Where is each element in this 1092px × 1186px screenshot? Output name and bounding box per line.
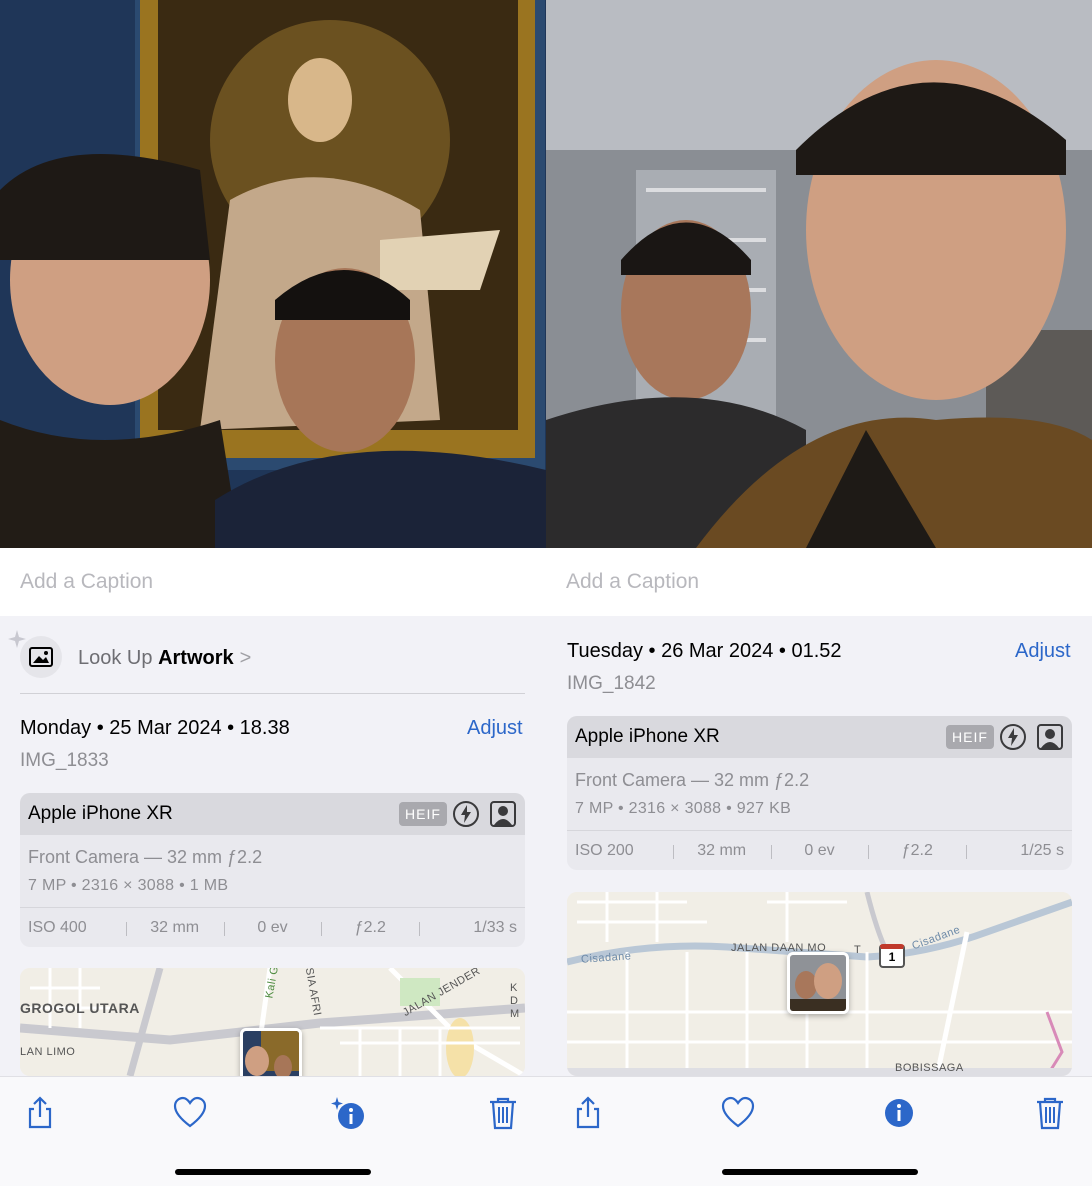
heart-icon[interactable] — [720, 1095, 756, 1131]
trash-icon[interactable] — [485, 1095, 521, 1131]
adjust-button[interactable]: Adjust — [1015, 640, 1071, 663]
map-label-t: T — [854, 944, 862, 956]
info-sparkle-icon[interactable] — [330, 1095, 366, 1131]
location-map[interactable]: GROGOL UTARA LAN LIMO Kali Gr ASIA AFRI … — [20, 968, 525, 1076]
home-indicator[interactable] — [175, 1169, 371, 1175]
lens-info: Front Camera — 32 mm ƒ2.2 — [28, 847, 263, 867]
look-up-subject: Artwork — [158, 647, 234, 669]
adjust-button[interactable]: Adjust — [467, 717, 523, 740]
aperture-value: ƒ2.2 — [868, 842, 966, 860]
map-label-grogol: GROGOL UTARA — [20, 1000, 140, 1016]
info-icon[interactable] — [881, 1095, 917, 1131]
portrait-mode-icon — [490, 801, 516, 827]
image-specs: 7 MP • 2316 × 3088 • 927 KB — [575, 800, 792, 817]
exposure-value: 0 ev — [770, 842, 869, 860]
share-icon[interactable] — [570, 1095, 606, 1131]
flash-icon — [1000, 724, 1026, 750]
caption-field[interactable]: Add a Caption — [546, 548, 1092, 616]
trash-icon[interactable] — [1032, 1095, 1068, 1131]
heart-icon[interactable] — [172, 1095, 208, 1131]
look-up-artwork-row[interactable]: Look Up Artwork > — [8, 630, 525, 694]
exif-header: Apple iPhone XR HEIF — [20, 793, 525, 835]
photo-date: Tuesday • 26 Mar 2024 • 01.52 — [567, 640, 842, 662]
caption-placeholder[interactable]: Add a Caption — [566, 570, 699, 594]
pin-thumbnail — [243, 1031, 299, 1076]
photo-image — [0, 0, 546, 548]
photo-museum-selfie[interactable] — [0, 0, 546, 548]
photo-date: Monday • 25 Mar 2024 • 18.38 — [20, 717, 290, 739]
pin-thumbnail — [790, 955, 846, 1011]
format-badge: HEIF — [399, 802, 447, 826]
route-shield-badge: 1 — [879, 944, 905, 968]
shutter-speed-value: 1/25 s — [966, 842, 1072, 860]
focal-length-value: 32 mm — [672, 842, 771, 860]
picture-icon — [29, 647, 53, 667]
share-icon[interactable] — [22, 1095, 58, 1131]
photo-office-selfie[interactable] — [546, 0, 1092, 548]
caption-field[interactable]: Add a Caption — [0, 548, 546, 616]
home-indicator[interactable] — [722, 1169, 918, 1175]
photo-image — [546, 0, 1092, 548]
iso-value: ISO 400 — [28, 918, 87, 936]
file-name: IMG_1833 — [20, 750, 109, 771]
flash-icon — [453, 801, 479, 827]
photo-info-panel-right: Add a Caption Tuesday • 26 Mar 2024 • 01… — [546, 0, 1092, 1186]
photo-info-panel-left: Add a Caption Look Up Artwork > Monday • … — [0, 0, 546, 1186]
exif-details-row: ISO 200 32 mm 0 ev ƒ2.2 1/25 s — [567, 830, 1072, 870]
file-name: IMG_1842 — [567, 673, 656, 694]
aperture-value: ƒ2.2 — [321, 919, 419, 937]
portrait-mode-icon — [1037, 724, 1063, 750]
focal-length-value: 32 mm — [125, 919, 224, 937]
map-label-lan-limo: LAN LIMO — [20, 1046, 76, 1058]
exif-card: Apple iPhone XR HEIF Front Camera — 32 m… — [567, 716, 1072, 870]
shutter-speed-value: 1/33 s — [419, 919, 525, 937]
map-photo-pin[interactable] — [240, 1028, 302, 1076]
device-name: Apple iPhone XR — [575, 726, 720, 747]
look-up-label[interactable]: Look Up Artwork > — [78, 647, 251, 670]
exif-card: Apple iPhone XR HEIF Front Camera — 32 m… — [20, 793, 525, 947]
caption-placeholder[interactable]: Add a Caption — [20, 570, 153, 594]
look-up-prefix: Look Up — [78, 647, 153, 669]
photo-toolbar — [546, 1076, 1092, 1186]
artwork-badge — [20, 636, 62, 678]
map-photo-pin[interactable] — [787, 952, 849, 1014]
device-name: Apple iPhone XR — [28, 803, 173, 824]
exposure-value: 0 ev — [223, 919, 322, 937]
image-specs: 7 MP • 2316 × 3088 • 1 MB — [28, 877, 229, 894]
map-label-poi: K D M — [510, 982, 520, 1020]
iso-value: ISO 200 — [575, 841, 634, 859]
format-badge: HEIF — [946, 725, 994, 749]
chevron-right-icon: > — [239, 647, 252, 669]
location-map[interactable]: Cisadane JALAN DAAN MO T Cisadane BOBISS… — [567, 892, 1072, 1076]
exif-details-row: ISO 400 32 mm 0 ev ƒ2.2 1/33 s — [20, 907, 525, 947]
map-label-bobissaga: BOBISSAGA — [895, 1062, 964, 1074]
lens-info: Front Camera — 32 mm ƒ2.2 — [575, 770, 810, 790]
photo-toolbar — [0, 1076, 546, 1186]
exif-header: Apple iPhone XR HEIF — [567, 716, 1072, 758]
